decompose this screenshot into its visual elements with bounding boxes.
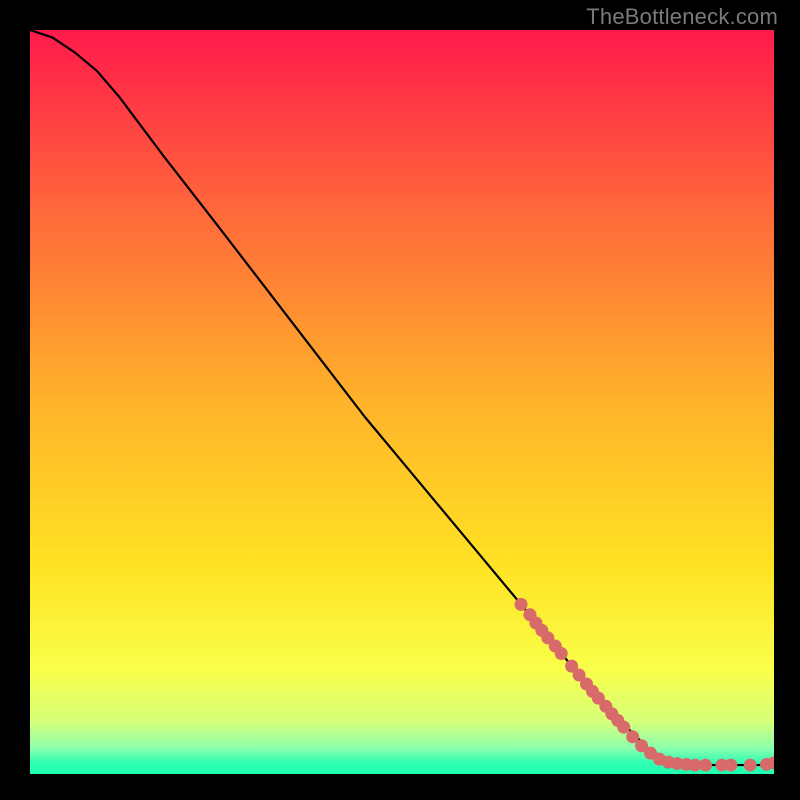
data-point xyxy=(617,721,630,734)
data-point xyxy=(515,598,528,611)
data-point xyxy=(555,647,568,660)
gradient-background xyxy=(30,30,774,774)
plot-area xyxy=(30,30,774,774)
data-point xyxy=(724,759,737,772)
watermark-text: TheBottleneck.com xyxy=(586,4,778,30)
data-point xyxy=(699,759,712,772)
chart-svg xyxy=(30,30,774,774)
chart-frame: TheBottleneck.com xyxy=(0,0,800,800)
data-point xyxy=(744,759,757,772)
